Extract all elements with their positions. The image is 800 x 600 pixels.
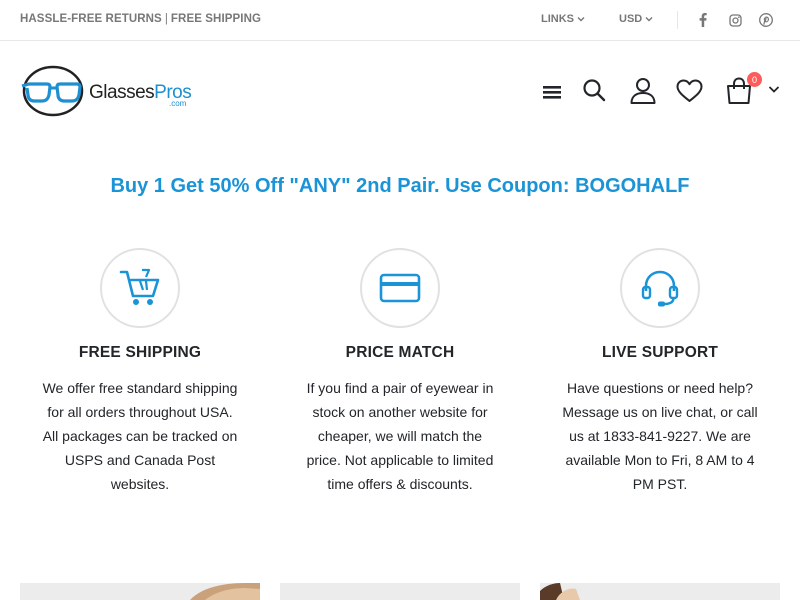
user-icon[interactable]: [629, 76, 657, 104]
links-dropdown[interactable]: LINKS: [541, 13, 585, 25]
pinterest-icon[interactable]: [758, 12, 774, 28]
chevron-down-icon[interactable]: [767, 83, 781, 95]
heart-icon[interactable]: [675, 78, 703, 104]
product-image-3[interactable]: [540, 583, 780, 600]
search-icon[interactable]: [582, 78, 606, 102]
feature-free-shipping: FREE SHIPPING We offer free standard shi…: [20, 248, 260, 496]
product-image-1[interactable]: [20, 583, 260, 600]
top-bar-message: HASSLE-FREE RETURNS | FREE SHIPPING: [20, 13, 261, 25]
feature-description: If you find a pair of eyewear in stock o…: [306, 380, 494, 492]
currency-dropdown[interactable]: USD: [619, 13, 653, 25]
feature-description: Have questions or need help? Message us …: [562, 380, 758, 492]
links-label: LINKS: [541, 13, 574, 25]
feature-title: FREE SHIPPING: [78, 344, 202, 361]
credit-card-icon: [379, 273, 421, 303]
instagram-icon[interactable]: [727, 12, 743, 28]
headset-icon: [641, 270, 679, 307]
feature-title: PRICE MATCH: [345, 344, 455, 361]
feature-live-support: LIVE SUPPORT Have questions or need help…: [540, 248, 780, 496]
product-photo-2: [280, 583, 520, 600]
product-photo-1: [20, 583, 260, 600]
cart-count-badge: 0: [747, 72, 762, 87]
menu-icon[interactable]: [542, 82, 562, 102]
cart-icon: [119, 268, 160, 305]
top-bar: HASSLE-FREE RETURNS | FREE SHIPPING LINKS …: [0, 0, 800, 41]
feature-icon-circle: [620, 248, 700, 328]
feature-icon-circle: [360, 248, 440, 328]
facebook-icon[interactable]: [695, 12, 711, 28]
divider: [677, 11, 678, 29]
shipping-text: FREE SHIPPING: [170, 13, 262, 25]
product-photo-3: [540, 583, 780, 600]
promo-banner[interactable]: Buy 1 Get 50% Off "ANY" 2nd Pair. Use Co…: [0, 175, 800, 198]
separator: |: [164, 13, 168, 25]
feature-price-match: PRICE MATCH If you find a pair of eyewea…: [280, 248, 520, 496]
feature-description: We offer free standard shipping for all …: [42, 380, 238, 492]
chevron-down-icon: [645, 17, 653, 22]
logo-glasses-mark: [21, 65, 84, 117]
logo-main: Glasses: [89, 82, 155, 103]
feature-icon-circle: [100, 248, 180, 328]
feature-title: LIVE SUPPORT: [601, 344, 719, 361]
chevron-down-icon: [577, 17, 585, 22]
returns-text: HASSLE-FREE RETURNS: [20, 13, 162, 25]
glassespros-logo[interactable]: GlassesPros .com: [19, 64, 199, 118]
currency-label: USD: [619, 13, 643, 25]
logo-suffix: .com: [169, 99, 187, 108]
product-image-2[interactable]: [280, 583, 520, 600]
